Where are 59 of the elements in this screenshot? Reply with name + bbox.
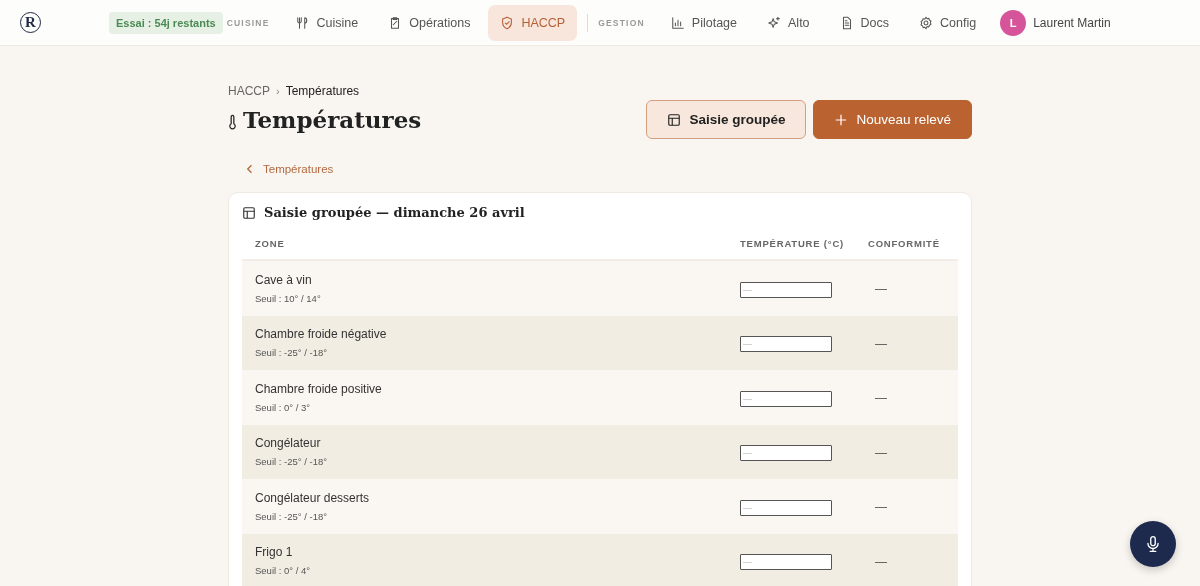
plus-icon bbox=[834, 112, 849, 127]
back-link[interactable]: Températures bbox=[246, 163, 334, 175]
column-header: TEMPÉRATURE (°C) bbox=[740, 238, 846, 249]
gear-icon bbox=[919, 15, 934, 30]
shield-icon bbox=[500, 15, 515, 30]
nav-item[interactable]: Opérations bbox=[376, 4, 483, 41]
threshold-text: Seuil : -25° / -18° bbox=[255, 510, 329, 522]
nav-item[interactable]: Alto bbox=[755, 4, 822, 41]
breadcrumb-link[interactable]: Températures bbox=[285, 84, 360, 98]
threshold-text: Seuil : 10° / 14° bbox=[255, 292, 322, 304]
zone-name: Cave à vin bbox=[255, 272, 313, 287]
conformity-value: — bbox=[875, 445, 887, 460]
nav-item[interactable]: Pilotage bbox=[658, 4, 749, 41]
threshold-text: Seuil : -25° / -18° bbox=[255, 456, 329, 468]
column-header: CONFORMITÉ bbox=[868, 238, 941, 249]
breadcrumb-link[interactable]: HACCP bbox=[228, 84, 270, 98]
nav-group-label: GESTION bbox=[598, 17, 645, 28]
table-icon bbox=[242, 205, 256, 220]
new-reading-button[interactable]: Nouveau relevé bbox=[813, 100, 972, 139]
user-name[interactable]: Laurent Martin bbox=[1033, 15, 1111, 30]
microphone-icon bbox=[1144, 535, 1162, 553]
temperature-input[interactable]: — bbox=[740, 499, 832, 516]
conformity-value: — bbox=[875, 500, 887, 515]
breadcrumb-separator: › bbox=[276, 85, 280, 97]
sparkle-icon bbox=[767, 15, 781, 30]
temperature-input[interactable]: — bbox=[740, 390, 832, 407]
user-avatar[interactable]: L bbox=[1000, 9, 1027, 36]
threshold-text: Seuil : 0° / 3° bbox=[255, 401, 312, 413]
zone-name: Frigo 1 bbox=[255, 545, 294, 560]
conformity-value: — bbox=[875, 282, 887, 297]
temperature-input[interactable]: — bbox=[740, 445, 832, 462]
bar-chart-icon bbox=[670, 15, 685, 30]
conformity-value: — bbox=[875, 554, 887, 569]
temperature-input[interactable]: — bbox=[740, 336, 832, 353]
chevron-left-icon bbox=[246, 163, 254, 175]
conformity-value: — bbox=[875, 336, 887, 351]
card-title: Saisie groupée — dimanche 26 avril bbox=[264, 205, 525, 220]
conformity-value: — bbox=[875, 391, 887, 406]
temperature-input[interactable]: — bbox=[740, 281, 832, 298]
nav-item[interactable]: Docs bbox=[827, 4, 902, 41]
page-title: Températures bbox=[243, 106, 422, 133]
bulk-entry-button[interactable]: Saisie groupée bbox=[646, 100, 807, 139]
table-icon bbox=[667, 112, 682, 127]
thermometer-icon bbox=[228, 113, 237, 130]
nav-item[interactable]: Config bbox=[907, 4, 989, 41]
temperature-input[interactable]: — bbox=[740, 554, 832, 571]
microphone-button[interactable] bbox=[1130, 521, 1176, 567]
column-header: ZONE bbox=[254, 238, 286, 249]
threshold-text: Seuil : -25° / -18° bbox=[255, 347, 329, 359]
trial-badge: Essai : 54j restants bbox=[109, 11, 223, 34]
fork-icon bbox=[295, 15, 310, 30]
nav-group-label: CUISINE bbox=[226, 17, 270, 28]
zone-name: Chambre froide positive bbox=[255, 381, 383, 396]
nav-item[interactable]: Cuisine bbox=[283, 4, 371, 41]
zone-name: Chambre froide négative bbox=[255, 327, 388, 342]
zone-name: Congélateur desserts bbox=[255, 490, 371, 505]
nav-item[interactable]: HACCP bbox=[488, 4, 578, 41]
threshold-text: Seuil : 0° / 4° bbox=[255, 565, 312, 577]
zone-name: Congélateur bbox=[255, 436, 322, 451]
